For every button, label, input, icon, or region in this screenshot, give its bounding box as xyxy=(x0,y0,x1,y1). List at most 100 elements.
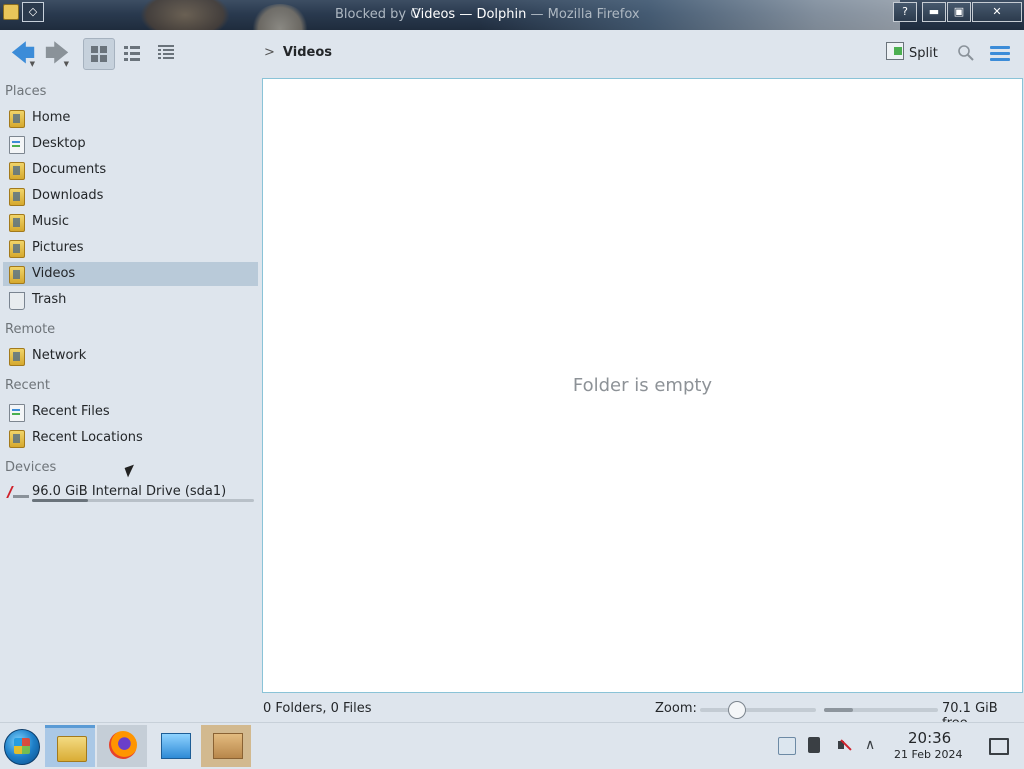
background-window-title: Blocked by C xyxy=(335,7,420,22)
close-button[interactable]: ✕ xyxy=(972,2,1022,22)
back-button[interactable]: 🡄 ▼ xyxy=(8,38,38,68)
titlebar-background-art xyxy=(140,0,230,30)
sidebar-item-label: Pictures xyxy=(32,240,84,255)
menu-icon xyxy=(990,46,1010,49)
view-compact-icon xyxy=(124,46,140,61)
sidebar-item-trash[interactable]: Trash xyxy=(3,288,258,312)
sidebar-item-label: Music xyxy=(32,214,69,229)
folder-pictures-icon xyxy=(9,240,25,258)
search-button[interactable] xyxy=(957,44,975,62)
compact-view-button[interactable] xyxy=(117,38,147,68)
sidebar-item-downloads[interactable]: Downloads xyxy=(3,184,258,208)
sidebar-item-label: Videos xyxy=(32,266,76,281)
hamburger-menu-button[interactable] xyxy=(990,46,1010,62)
taskbar-dolphin[interactable] xyxy=(45,725,95,767)
section-header-devices: Devices xyxy=(5,460,57,475)
taskbar-firefox[interactable] xyxy=(97,725,147,767)
sidebar-item-recent-files[interactable]: Recent Files xyxy=(3,400,258,424)
remote-desktop-icon xyxy=(161,733,191,759)
sidebar-item-network[interactable]: Network xyxy=(3,344,258,368)
sidebar-item-pictures[interactable]: Pictures xyxy=(3,236,258,260)
file-manager-icon xyxy=(57,736,87,762)
titlebar-background-art xyxy=(250,4,310,30)
maximize-button[interactable]: ▣ xyxy=(947,2,971,22)
breadcrumb-item-videos[interactable]: Videos xyxy=(283,45,332,60)
zoom-slider-handle[interactable] xyxy=(728,701,746,719)
file-view[interactable]: Folder is empty xyxy=(262,78,1023,693)
section-header-recent: Recent xyxy=(5,378,50,393)
view-details-icon xyxy=(158,45,174,59)
sidebar-item-label: Network xyxy=(32,348,87,363)
chevron-right-icon: > xyxy=(264,45,275,60)
folder-music-icon xyxy=(9,214,25,232)
sidebar-item-label: Downloads xyxy=(32,188,104,203)
window-menu-icon[interactable]: ◇ xyxy=(22,2,44,22)
help-button[interactable]: ? xyxy=(893,2,917,22)
minimize-icon: ▬ xyxy=(928,5,940,18)
forward-button[interactable]: 🡆 ▼ xyxy=(42,38,72,68)
battery-icon[interactable] xyxy=(808,737,820,753)
split-button[interactable]: Split xyxy=(886,42,938,66)
sidebar-item-documents[interactable]: Documents xyxy=(3,158,258,182)
sidebar-item-label: Documents xyxy=(32,162,107,177)
details-view-button[interactable] xyxy=(151,38,181,68)
sidebar-item-home[interactable]: Home xyxy=(3,106,258,130)
item-counts: 0 Folders, 0 Files xyxy=(263,701,372,716)
folder-home-icon xyxy=(9,110,25,128)
folder-network-icon xyxy=(9,348,25,366)
icons-view-button[interactable] xyxy=(83,38,115,70)
breadcrumb[interactable]: > Videos xyxy=(264,45,332,60)
section-header-remote: Remote xyxy=(5,322,56,337)
search-icon xyxy=(958,45,970,57)
sidebar-item-label: Recent Files xyxy=(32,404,110,419)
package-icon xyxy=(213,733,243,759)
forward-history-caret-icon[interactable]: ▼ xyxy=(64,60,69,68)
drive-icon xyxy=(9,484,29,500)
split-label: Split xyxy=(909,46,938,61)
app-menu-icon[interactable] xyxy=(3,4,19,20)
places-panel: Places Home Desktop Documents Downloads … xyxy=(0,78,260,722)
window-titlebar[interactable]: ◇ Blocked by C Videos — Dolphin — Mozill… xyxy=(0,0,1024,30)
free-space-fill xyxy=(824,708,853,712)
close-icon: ✕ xyxy=(992,5,1002,18)
start-menu-button[interactable] xyxy=(4,729,40,765)
sidebar-item-label: Home xyxy=(32,110,71,125)
taskbar-package-manager[interactable] xyxy=(201,725,251,767)
minimize-button[interactable]: ▬ xyxy=(922,2,946,22)
folder-downloads-icon xyxy=(9,188,25,206)
split-view-icon xyxy=(886,42,904,60)
sidebar-item-music[interactable]: Music xyxy=(3,210,258,234)
sidebar-item-label: Trash xyxy=(32,292,67,307)
back-history-caret-icon[interactable]: ▼ xyxy=(30,60,35,68)
drive-usage-fill xyxy=(32,499,88,502)
folder-documents-icon xyxy=(9,162,25,180)
status-bar: 0 Folders, 0 Files Zoom: 70.1 GiB free xyxy=(0,697,1024,731)
sidebar-item-videos[interactable]: Videos xyxy=(3,262,258,286)
taskbar-remote-desktop[interactable] xyxy=(149,725,199,767)
show-desktop-icon[interactable] xyxy=(989,738,1009,755)
free-space-bar xyxy=(824,708,938,712)
zoom-label: Zoom: xyxy=(655,701,697,716)
sidebar-item-desktop[interactable]: Desktop xyxy=(3,132,258,156)
recent-files-icon xyxy=(9,404,25,422)
maximize-icon: ▣ xyxy=(953,5,965,18)
drive-usage-bar xyxy=(32,499,254,502)
clock-date[interactable]: 21 Feb 2024 xyxy=(894,748,962,761)
desktop-icon xyxy=(9,136,25,154)
clock-time[interactable]: 20:36 xyxy=(908,729,951,747)
taskbar: ∧ 20:36 21 Feb 2024 xyxy=(0,722,1024,769)
tray-expand-icon[interactable]: ∧ xyxy=(865,737,875,753)
help-icon: ? xyxy=(902,5,908,18)
sidebar-item-label: Desktop xyxy=(32,136,86,151)
section-header-places: Places xyxy=(5,84,47,99)
window-title: Videos — Dolphin — Mozilla Firefox xyxy=(412,7,640,22)
sidebar-item-label: Recent Locations xyxy=(32,430,143,445)
window-title-tail: — Mozilla Firefox xyxy=(530,7,640,22)
toolbar: 🡄 ▼ 🡆 ▼ > Videos Split xyxy=(0,30,1024,78)
zoom-slider[interactable] xyxy=(700,701,816,719)
recent-locations-icon xyxy=(9,430,25,448)
clipboard-icon[interactable] xyxy=(778,737,796,755)
view-icons-icon xyxy=(91,46,107,62)
volume-muted-icon[interactable] xyxy=(837,737,853,753)
sidebar-item-recent-locations[interactable]: Recent Locations xyxy=(3,426,258,450)
